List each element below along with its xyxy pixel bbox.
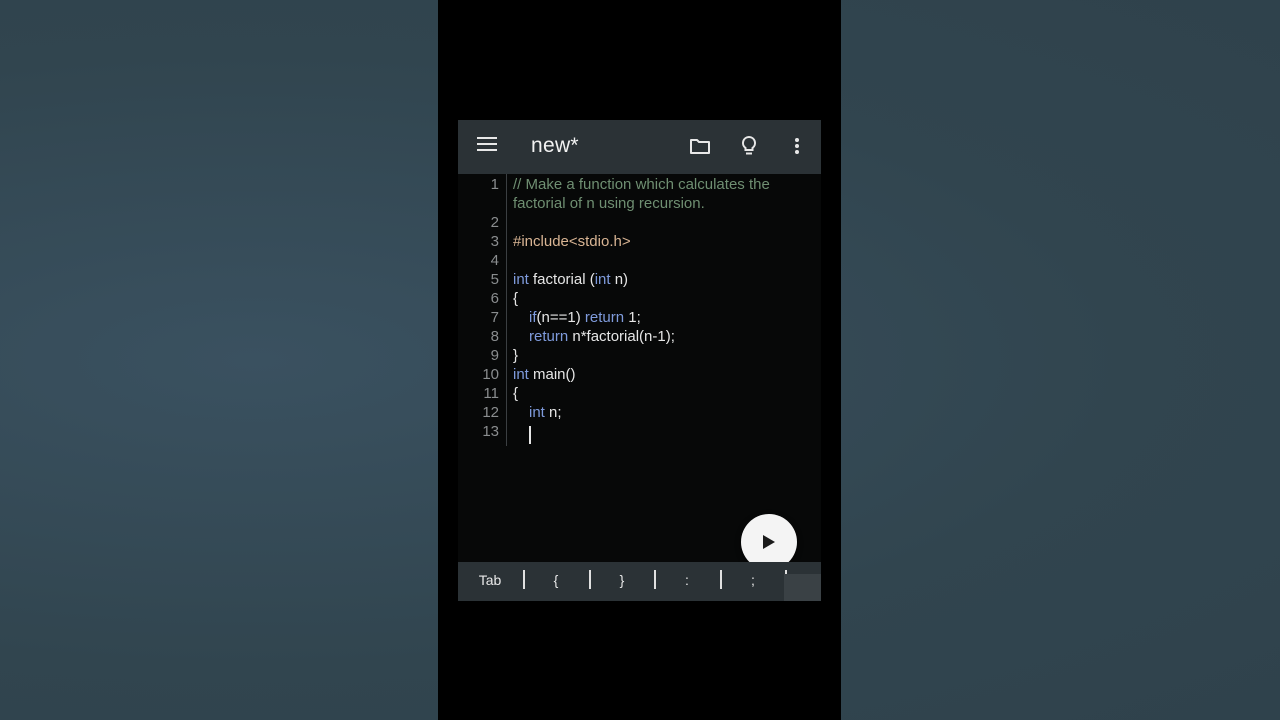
folder-icon[interactable]: [688, 134, 714, 160]
key-popup: [784, 574, 821, 601]
key-separator: [720, 570, 722, 589]
extra-keys-bar: Tab { } : ;: [458, 562, 821, 601]
line-number: 8: [490, 328, 499, 345]
gutter-divider: [506, 174, 507, 446]
line-number: 12: [482, 404, 499, 421]
more-vert-icon[interactable]: [785, 134, 811, 160]
code-line-comment-wrap: factorial of n using recursion.: [513, 195, 705, 212]
code-line-return: return n*factorial(n-1);: [529, 328, 675, 345]
line-number: 3: [490, 233, 499, 250]
key-separator: [589, 570, 591, 589]
code-line-comment: // Make a function which calculates the: [513, 176, 770, 193]
key-open-brace[interactable]: {: [533, 562, 579, 601]
code-area[interactable]: 1 2 3 4 5 6 7 8 9 10 11 12 13 // Make a …: [458, 174, 821, 562]
code-line-brace: {: [513, 290, 519, 307]
code-line-main: int main(): [513, 366, 576, 383]
line-number: 2: [490, 214, 499, 231]
code-line-include: #include<stdio.h>: [513, 233, 631, 250]
line-number: 13: [482, 423, 499, 440]
line-number: 10: [482, 366, 499, 383]
play-icon: [763, 535, 775, 549]
line-number: 9: [490, 347, 499, 364]
text-cursor: [529, 426, 531, 444]
menu-icon[interactable]: [477, 137, 497, 155]
lightbulb-icon[interactable]: [737, 134, 763, 160]
key-colon[interactable]: :: [664, 562, 710, 601]
key-separator: [523, 570, 525, 589]
code-line-declaration: int n;: [529, 404, 562, 421]
code-line-brace: }: [513, 347, 519, 364]
line-number: 4: [490, 252, 499, 269]
phone-screen: new* 1 2 3 4 5 6 7 8 9 10 11 12 13 // Ma…: [438, 0, 841, 720]
key-close-brace[interactable]: }: [599, 562, 645, 601]
line-number: 11: [483, 385, 499, 402]
code-line-if: if(n==1) return 1;: [529, 309, 641, 326]
key-tab[interactable]: Tab: [466, 562, 514, 601]
code-line-function-signature: int factorial (int n): [513, 271, 629, 288]
code-line-brace: {: [513, 385, 519, 402]
key-separator: [654, 570, 656, 589]
file-title: new*: [531, 134, 579, 157]
line-number: 7: [490, 309, 499, 326]
key-semicolon[interactable]: ;: [730, 562, 776, 601]
toolbar: new*: [458, 120, 821, 174]
line-number: 6: [490, 290, 499, 307]
line-number: 5: [490, 271, 499, 288]
line-number: 1: [490, 176, 499, 193]
code-editor-app: new* 1 2 3 4 5 6 7 8 9 10 11 12 13 // Ma…: [458, 120, 821, 601]
